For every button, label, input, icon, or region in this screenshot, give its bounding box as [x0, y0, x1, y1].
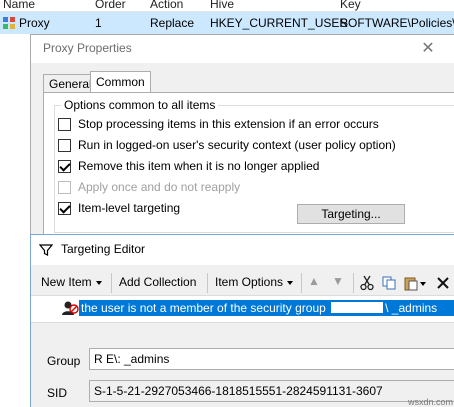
- targeting-editor-title-bar[interactable]: Targeting Editor: [31, 235, 454, 265]
- column-header-order[interactable]: Order: [95, 0, 126, 11]
- item-options-label: Item Options: [215, 275, 284, 289]
- column-header-action[interactable]: Action: [150, 0, 183, 11]
- redacted-text: [331, 302, 384, 313]
- sid-label: SID: [47, 386, 68, 400]
- row-name: Proxy: [19, 16, 50, 30]
- targeting-editor-title: Targeting Editor: [61, 242, 146, 256]
- checkbox: [58, 181, 71, 194]
- targeting-toolbar: New Item Add Collection Item Options ▲ ▼: [31, 271, 454, 295]
- delete-icon[interactable]: [435, 275, 451, 291]
- new-item-button[interactable]: New Item: [41, 275, 102, 289]
- toolbar-separator: [111, 273, 112, 293]
- add-collection-button[interactable]: Add Collection: [119, 275, 196, 289]
- proxy-properties-dialog: Proxy Properties ✕ General Common Option…: [30, 34, 454, 252]
- checkbox[interactable]: [58, 202, 71, 215]
- group-field[interactable]: R E\: _admins: [89, 348, 454, 370]
- dialog-title-bar[interactable]: Proxy Properties ✕: [31, 35, 454, 63]
- move-down-icon[interactable]: ▼: [332, 274, 344, 288]
- targeting-item-text: the user is not a member of the security…: [81, 301, 326, 315]
- toolbar-separator: [301, 273, 302, 293]
- chevron-down-icon[interactable]: [420, 282, 426, 286]
- watermark: wsxdn.com: [408, 397, 454, 407]
- option-label: Run in logged-on user's security context…: [78, 138, 396, 152]
- option-label: Remove this item when it is no longer ap…: [78, 159, 320, 173]
- toolbar-separator: [353, 273, 354, 293]
- option-label: Stop processing items in this extension …: [78, 117, 379, 131]
- checkbox[interactable]: [58, 118, 71, 131]
- tab-common[interactable]: Common: [90, 71, 151, 93]
- group-label: Options common to all items: [61, 98, 219, 112]
- chevron-down-icon: [287, 280, 294, 285]
- chevron-down-icon: [95, 280, 102, 285]
- dialog-title: Proxy Properties: [43, 41, 132, 55]
- option-label: Apply once and do not reapply: [78, 180, 241, 194]
- cut-icon[interactable]: [359, 275, 375, 291]
- registry-icon: [3, 17, 15, 29]
- funnel-icon: [39, 244, 53, 256]
- group-label: Group: [47, 354, 81, 368]
- paste-icon[interactable]: [403, 275, 419, 291]
- column-header-hive[interactable]: Hive: [210, 0, 234, 11]
- list-header: Name Order Action Hive Key: [0, 0, 454, 12]
- row-key: SOFTWARE\Policies\M: [340, 16, 454, 30]
- user-icon: [62, 301, 79, 315]
- copy-icon[interactable]: [381, 275, 397, 291]
- targeting-button[interactable]: Targeting...: [297, 204, 405, 224]
- column-header-key[interactable]: Key: [340, 0, 361, 11]
- row-hive: HKEY_CURRENT_USER: [210, 16, 349, 30]
- row-order: 1: [95, 16, 102, 30]
- item-details-pane: Group R E\: _admins SID S-1-5-21-2927053…: [31, 335, 454, 407]
- targeting-item-group-suffix: \ _admins: [385, 301, 438, 315]
- sid-field[interactable]: S-1-5-21-2927053466-1818515551-282459113…: [89, 380, 454, 402]
- targeting-tree: the user is not a member of the security…: [31, 295, 454, 323]
- checkbox[interactable]: [58, 139, 71, 152]
- column-header-name[interactable]: Name: [3, 0, 35, 11]
- toolbar-separator: [207, 273, 208, 293]
- item-options-button[interactable]: Item Options: [215, 275, 294, 289]
- table-row[interactable]: Proxy 1 Replace HKEY_CURRENT_USER SOFTWA…: [0, 12, 454, 34]
- targeting-item-security-group[interactable]: the user is not a member of the security…: [79, 300, 454, 316]
- close-button[interactable]: ✕: [418, 39, 438, 59]
- move-up-icon[interactable]: ▲: [308, 274, 320, 288]
- new-item-label: New Item: [41, 275, 92, 289]
- row-action: Replace: [150, 16, 195, 30]
- tab-pane-common: Options common to all items Stop process…: [43, 92, 454, 252]
- targeting-editor-window: Targeting Editor New Item Add Collection…: [30, 234, 454, 407]
- option-label: Item-level targeting: [78, 201, 181, 215]
- checkbox[interactable]: [58, 160, 71, 173]
